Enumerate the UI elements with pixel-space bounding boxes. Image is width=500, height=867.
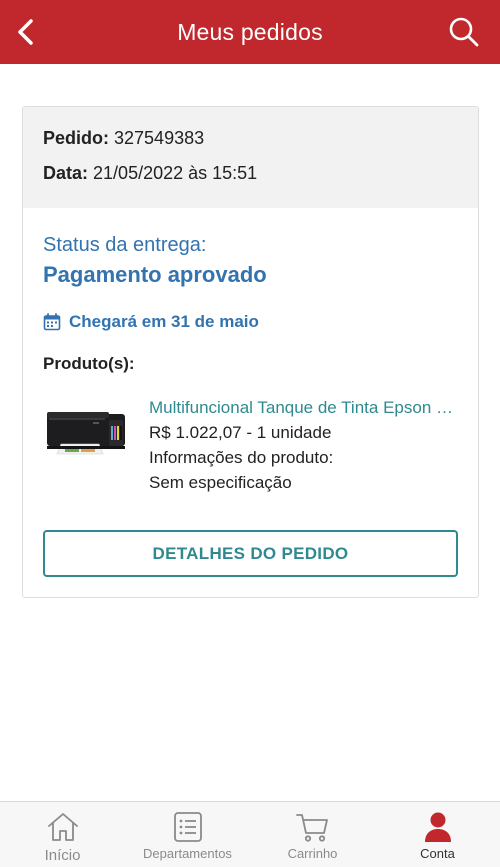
product-info: Multifuncional Tanque de Tinta Epson Eco… [149,396,458,495]
order-number-value: 327549383 [114,128,205,148]
order-number: Pedido: 327549383 [43,127,458,162]
nav-label-inicio: Início [44,847,81,864]
product-name-link[interactable]: Multifuncional Tanque de Tinta Epson Eco… [149,396,458,420]
nav-item-conta[interactable]: Conta [375,802,500,867]
nav-item-departamentos[interactable]: Departamentos [125,802,250,867]
printer-image [47,412,125,455]
product-image [43,400,131,460]
list-icon [173,812,202,842]
back-button[interactable] [6,12,46,52]
user-icon [424,812,451,842]
cart-icon [295,814,328,842]
order-body: Status da entrega: Pagamento aprovado Ch… [23,208,478,495]
home-icon [47,813,78,841]
app-header: Meus pedidos [0,0,500,64]
bottom-nav: Início Departamentos Carrinho Conta [0,801,500,867]
search-icon [449,17,479,47]
nav-item-carrinho[interactable]: Carrinho [250,802,375,867]
order-summary: Pedido: 327549383 Data: 21/05/2022 às 15… [23,107,478,208]
search-button[interactable] [446,14,482,50]
product-spec: Sem especificação [149,473,292,492]
product-price-qty: R$ 1.022,07 - 1 unidade [149,423,332,442]
nav-label-departamentos: Departamentos [143,846,232,861]
product-info-label: Informações do produto: [149,448,334,467]
delivery-status-value: Pagamento aprovado [43,262,267,287]
page-title: Meus pedidos [177,18,323,45]
calendar-icon [43,313,61,331]
order-date-value: 21/05/2022 às 15:51 [93,163,258,183]
delivery-eta-text: Chegará em 31 de maio [69,312,259,331]
nav-item-inicio[interactable]: Início [0,802,125,867]
product-item[interactable]: Multifuncional Tanque de Tinta Epson Eco… [43,396,458,495]
order-details-button[interactable]: DETALHES DO PEDIDO [43,530,458,577]
order-date-label: Data: [43,163,89,183]
nav-label-carrinho: Carrinho [287,846,338,861]
order-card: Pedido: 327549383 Data: 21/05/2022 às 15… [22,106,479,598]
chevron-left-icon [18,19,33,45]
delivery-status-label: Status da entrega: [43,234,207,256]
products-label: Produto(s): [43,354,135,373]
order-number-label: Pedido: [43,128,109,148]
delivery-eta: Chegará em 31 de maio [43,312,458,332]
nav-label-conta: Conta [420,846,455,861]
order-date: Data: 21/05/2022 às 15:51 [43,162,458,197]
